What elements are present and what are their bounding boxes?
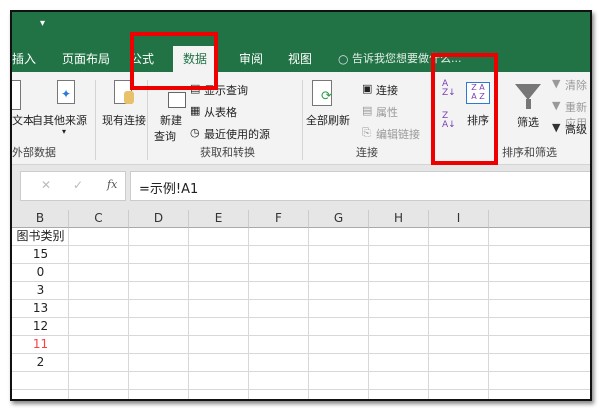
lightbulb-icon: ○: [338, 52, 349, 66]
formula-input[interactable]: =示例!A1: [130, 171, 590, 201]
column-header-I[interactable]: I: [429, 210, 489, 228]
reapply-icon: ▼: [552, 99, 561, 112]
column-header-C[interactable]: C: [69, 210, 129, 228]
enter-icon[interactable]: ✓: [73, 178, 83, 192]
cell-b8[interactable]: 2: [12, 354, 69, 372]
table-row: 图书类别: [12, 228, 590, 246]
table-row: 2: [12, 354, 590, 372]
table-row: 3: [12, 282, 590, 300]
edit-links-button[interactable]: 编辑链接: [376, 126, 420, 142]
column-header-D[interactable]: D: [129, 210, 189, 228]
title-bar: ▾ 插入 页面布局 公式 数据 审阅 视图 ○ 告诉我您想要做什么...: [12, 12, 590, 72]
column-header-B[interactable]: B: [12, 210, 69, 228]
group-label-sort-filter: 排序和筛选: [502, 146, 557, 159]
refresh-all-icon: ⟳: [312, 80, 332, 106]
group-label-external-data: 外部数据: [12, 146, 56, 159]
clear-filter-icon: ▼: [552, 77, 561, 90]
table-row: [12, 372, 590, 390]
table-row: 11: [12, 336, 590, 354]
connections-button[interactable]: 连接: [376, 82, 398, 98]
cell-b10[interactable]: [12, 390, 69, 399]
highlight-box-filter: [431, 53, 498, 165]
cell-b1[interactable]: 图书类别: [12, 228, 69, 246]
new-query-button[interactable]: 新建: [160, 112, 182, 128]
column-header-blank: [489, 210, 590, 228]
properties-button[interactable]: 属性: [376, 104, 398, 120]
group-label-connections: 连接: [356, 146, 378, 159]
refresh-all-button[interactable]: 全部刷新: [306, 112, 350, 128]
new-query-button-line2[interactable]: 查询: [154, 128, 176, 144]
formula-bar: ✕ ✓ fx =示例!A1: [12, 165, 590, 210]
chevron-down-icon: ▾: [62, 127, 67, 136]
tab-page-layout[interactable]: 页面布局: [62, 46, 110, 72]
group-label-get-transform: 获取和转换: [200, 146, 255, 159]
advanced-filter-icon: ▼: [552, 121, 561, 134]
clear-button[interactable]: 清除: [565, 77, 587, 93]
cell-b2[interactable]: 15: [12, 246, 69, 264]
cell-b5[interactable]: 13: [12, 300, 69, 318]
formula-text: =示例!A1: [139, 182, 199, 197]
table-row: 13: [12, 300, 590, 318]
table-row: [12, 390, 590, 399]
text-file-icon: [12, 80, 21, 110]
filter-icon: [515, 84, 541, 100]
edit-links-icon: ⎘: [362, 126, 371, 139]
other-sources-button[interactable]: 自其他来源: [32, 112, 87, 128]
advanced-button[interactable]: 高级: [565, 121, 587, 137]
cell-b4[interactable]: 3: [12, 282, 69, 300]
filter-button[interactable]: 筛选: [517, 114, 539, 130]
excel-window: ▾ 插入 页面布局 公式 数据 审阅 视图 ○ 告诉我您想要做什么... 文本 …: [10, 10, 592, 401]
properties-icon: ▤: [362, 104, 373, 117]
cell-b9[interactable]: [12, 372, 69, 390]
column-header-G[interactable]: G: [309, 210, 369, 228]
from-text-button[interactable]: 文本: [12, 112, 34, 128]
ribbon: 文本 ✦ 自其他来源 ▾ 现有连接 外部数据 新建 查询 ▤ 显示查询 ▦ 从表…: [12, 72, 590, 165]
recent-sources-icon: ◷: [190, 126, 200, 139]
new-query-icon: [168, 92, 186, 108]
table-row: 15: [12, 246, 590, 264]
tab-insert[interactable]: 插入: [12, 46, 36, 72]
highlight-box-data-tab: [130, 32, 218, 90]
from-table-button[interactable]: 从表格: [204, 104, 237, 120]
existing-connections-button[interactable]: 现有连接: [102, 112, 146, 128]
tab-review[interactable]: 审阅: [239, 46, 263, 72]
tab-view[interactable]: 视图: [288, 46, 312, 72]
cell-b3[interactable]: 0: [12, 264, 69, 282]
customize-quick-access-icon[interactable]: ▾: [40, 18, 45, 29]
connections-icon: ▣: [362, 82, 373, 95]
cell-b7[interactable]: 11: [12, 336, 69, 354]
column-header-F[interactable]: F: [249, 210, 309, 228]
insert-function-icon[interactable]: fx: [107, 178, 117, 191]
other-sources-icon: ✦: [57, 80, 75, 104]
formula-buttons: ✕ ✓ fx: [20, 171, 126, 201]
column-header-E[interactable]: E: [189, 210, 249, 228]
cell-b6[interactable]: 12: [12, 318, 69, 336]
table-row: 0: [12, 264, 590, 282]
cancel-icon[interactable]: ✕: [41, 178, 51, 192]
recent-sources-button[interactable]: 最近使用的源: [204, 126, 270, 142]
column-header-H[interactable]: H: [369, 210, 429, 228]
table-row: 12: [12, 318, 590, 336]
table-icon: ▦: [190, 104, 201, 117]
